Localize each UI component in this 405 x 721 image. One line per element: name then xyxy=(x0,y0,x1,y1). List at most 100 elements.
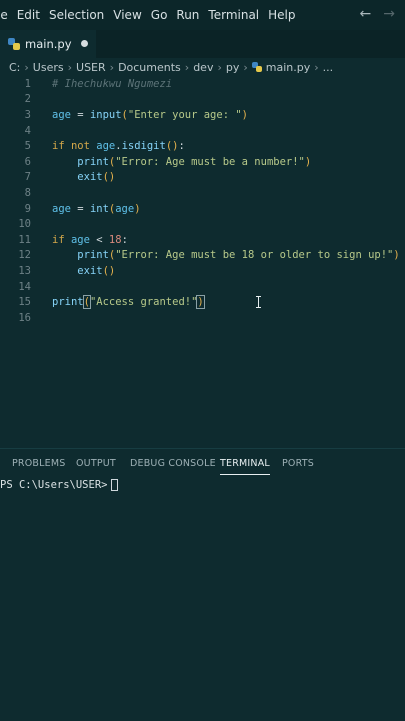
terminal-cursor xyxy=(111,479,119,491)
chevron-right-icon: › xyxy=(67,60,73,74)
code-token: if not xyxy=(52,140,97,153)
line-number: 12 xyxy=(18,249,31,262)
code-text: # Ihechukwu Ngumezi xyxy=(52,78,172,90)
tab-problems[interactable]: PROBLEMS xyxy=(12,458,65,469)
menu-edit[interactable]: Edit xyxy=(17,8,49,22)
code-token: () xyxy=(102,171,116,184)
tab-main-py[interactable]: main.py xyxy=(0,30,96,58)
code-line[interactable]: 4 xyxy=(0,123,405,139)
code-token: ) xyxy=(304,155,312,168)
breadcrumb-dev[interactable]: dev xyxy=(193,61,213,74)
code-text: age = input("Enter your age: ") xyxy=(52,109,248,121)
code-text: exit() xyxy=(52,171,115,183)
code-token: : xyxy=(121,233,128,246)
code-line[interactable]: 16 xyxy=(0,310,405,326)
menu-selection[interactable]: Selection xyxy=(49,8,113,22)
menu-terminal[interactable]: Terminal xyxy=(208,8,268,22)
menu-view[interactable]: View xyxy=(113,8,150,22)
code-text: print("Error: Age must be 18 or older to… xyxy=(52,249,400,262)
chevron-right-icon: › xyxy=(109,60,115,74)
code-line[interactable]: 7 exit() xyxy=(0,170,405,186)
code-line[interactable]: 13 exit() xyxy=(0,263,405,279)
code-text: print("Access granted!") xyxy=(52,295,205,310)
code-line[interactable]: 3 age = input("Enter your age: ") xyxy=(0,107,405,123)
chevron-right-icon: › xyxy=(243,60,248,74)
code-line[interactable]: 1 # Ihechukwu Ngumezi xyxy=(0,76,405,92)
tab-terminal[interactable]: TERMINAL xyxy=(220,458,270,475)
code-token: "Error: Age must be 18 or older to sign … xyxy=(115,249,394,262)
line-number: 13 xyxy=(18,264,31,277)
code-token: 18 xyxy=(108,233,122,246)
code-token: ) xyxy=(393,249,400,262)
line-number: 3 xyxy=(24,108,31,121)
code-token: ) xyxy=(241,108,248,121)
code-line[interactable]: 2 xyxy=(0,92,405,108)
forward-arrow-icon[interactable]: → xyxy=(383,6,395,22)
code-line[interactable]: 5 if not age.isdigit(): xyxy=(0,138,405,154)
history-nav: ← → xyxy=(360,6,395,22)
tab-output[interactable]: OUTPUT xyxy=(76,458,116,469)
tab-label: main.py xyxy=(25,37,72,51)
line-number: 8 xyxy=(24,186,31,199)
code-text: if age < 18: xyxy=(52,234,128,246)
code-text: if not age.isdigit(): xyxy=(52,140,185,152)
code-token: isdigit xyxy=(121,140,166,153)
menu-run[interactable]: Run xyxy=(176,8,208,22)
code-token: exit xyxy=(77,264,103,277)
terminal[interactable]: PS C:\Users\USER> xyxy=(0,479,405,491)
code-token: age xyxy=(96,140,116,153)
menu-go[interactable]: Go xyxy=(151,8,177,22)
code-token: = xyxy=(70,202,90,215)
editor-tab-bar: main.py xyxy=(0,30,405,58)
line-number: 16 xyxy=(18,311,31,324)
tab-debug-console[interactable]: DEBUG CONSOLE xyxy=(130,458,216,469)
back-arrow-icon[interactable]: ← xyxy=(360,6,372,22)
line-number: 10 xyxy=(18,218,31,231)
breadcrumb-documents[interactable]: Documents xyxy=(118,61,181,74)
code-line[interactable]: 14 xyxy=(0,279,405,295)
breadcrumb-user[interactable]: USER xyxy=(76,61,106,74)
python-file-icon xyxy=(8,38,20,50)
line-number: 15 xyxy=(18,296,31,309)
breadcrumb-drive[interactable]: C: xyxy=(9,61,20,74)
code-line[interactable]: 10 xyxy=(0,216,405,232)
code-token: print xyxy=(77,155,109,168)
code-line[interactable]: 11 if age < 18: xyxy=(0,232,405,248)
unsaved-dot-icon[interactable] xyxy=(81,40,88,47)
code-editor[interactable]: 1 # Ihechukwu Ngumezi 2 3 age = input("Enter… xyxy=(0,76,405,326)
bottom-panel: PROBLEMS OUTPUT DEBUG CONSOLE TERMINAL P… xyxy=(0,448,405,721)
code-line[interactable]: 12 print("Error: Age must be 18 or older… xyxy=(0,248,405,264)
code-token: print xyxy=(52,296,84,309)
breadcrumb-symbols[interactable]: ... xyxy=(323,61,334,74)
code-token: if xyxy=(52,233,71,246)
breadcrumb-file[interactable]: main.py xyxy=(266,61,310,74)
code-text: exit() xyxy=(52,265,115,277)
code-line[interactable]: 9 age = int(age) xyxy=(0,201,405,217)
code-line[interactable]: 8 xyxy=(0,185,405,201)
menu-file[interactable]: le xyxy=(0,8,17,22)
code-token: age xyxy=(70,233,90,246)
line-number: 9 xyxy=(24,202,31,215)
tab-ports[interactable]: PORTS xyxy=(282,458,314,469)
code-token: print xyxy=(77,249,109,262)
code-token: < xyxy=(89,233,109,246)
code-line[interactable]: 15 print("Access granted!") xyxy=(0,294,405,310)
breadcrumb-py[interactable]: py xyxy=(226,61,240,74)
line-number: 7 xyxy=(24,171,31,184)
breadcrumb-users[interactable]: Users xyxy=(33,61,64,74)
code-token: "Access granted!" xyxy=(89,296,198,309)
code-token: input xyxy=(89,108,122,121)
line-number: 4 xyxy=(24,124,31,137)
chevron-right-icon: › xyxy=(314,60,319,74)
line-number: 2 xyxy=(24,93,31,106)
menu-help[interactable]: Help xyxy=(268,8,304,22)
code-text: age = int(age) xyxy=(52,203,141,215)
code-line[interactable]: 6 print("Error: Age must be a number!") xyxy=(0,154,405,170)
code-token: age xyxy=(115,202,135,215)
menu-bar: le Edit Selection View Go Run Terminal H… xyxy=(0,0,405,30)
code-token: ) xyxy=(134,202,141,215)
